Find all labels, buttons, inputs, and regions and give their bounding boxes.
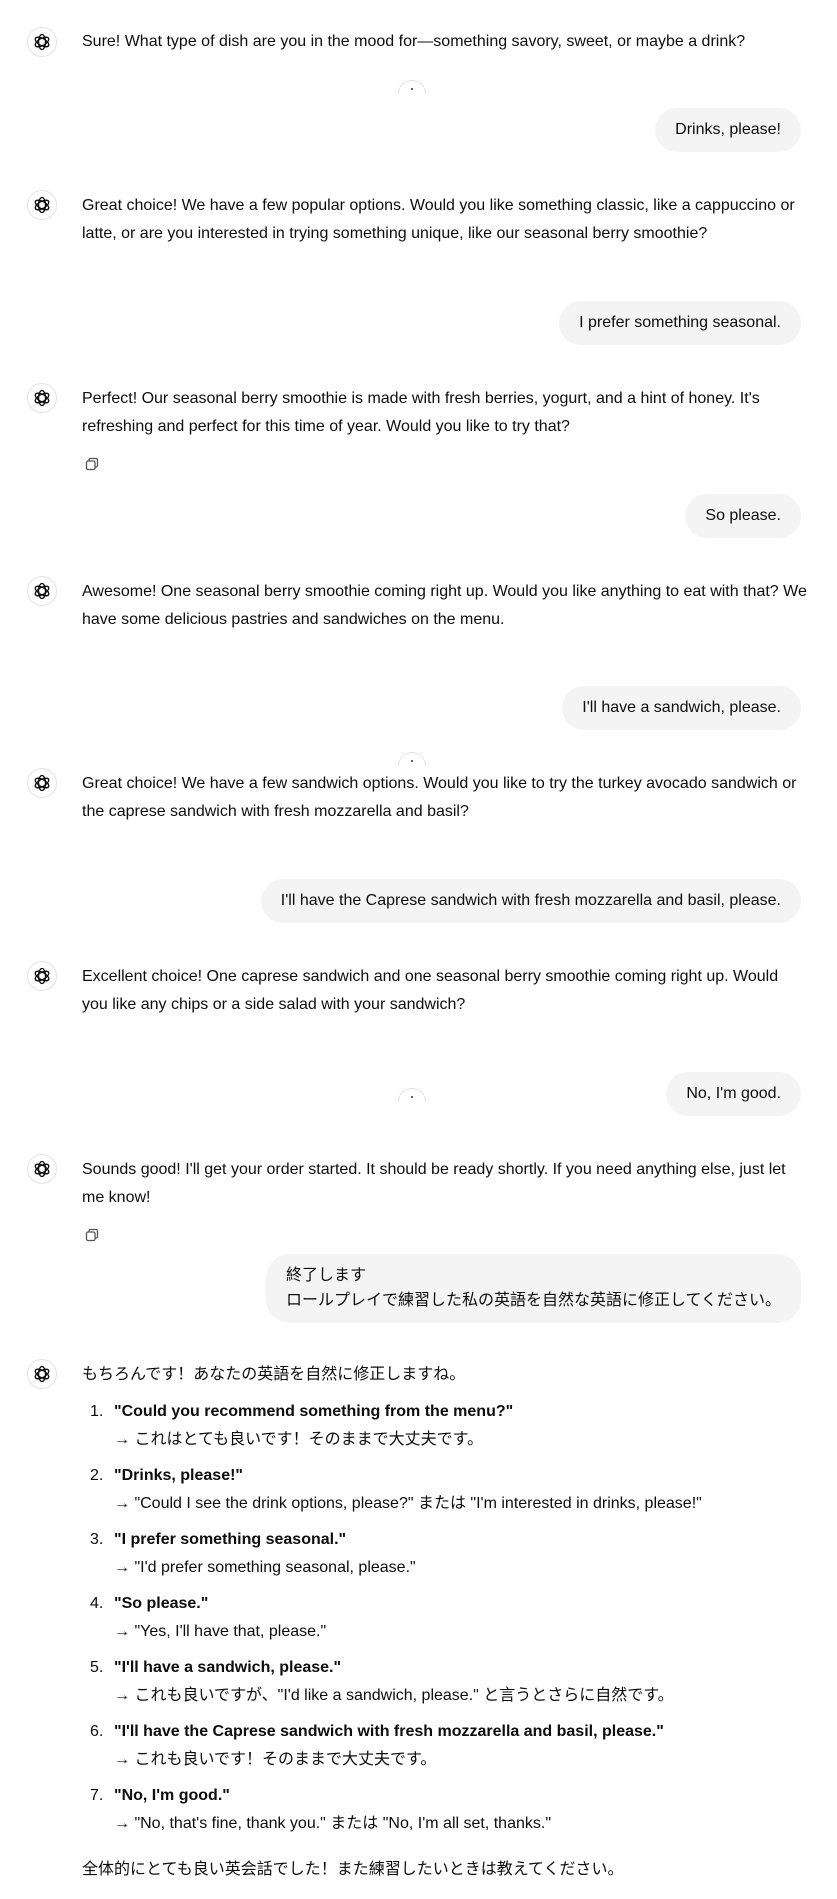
assistant-avatar xyxy=(27,961,57,991)
list-item: 5. "I'll have a sandwich, please." → これも… xyxy=(82,1654,807,1710)
openai-logo-icon xyxy=(34,196,50,214)
correction-text: → これも良いですが、"I'd like a sandwich, please.… xyxy=(114,1687,674,1704)
openai-logo-icon xyxy=(34,389,50,407)
list-item: 3. "I prefer something seasonal." → "I'd… xyxy=(82,1526,807,1582)
user-message-line: ロールプレイで練習した私の英語を自然な英語に修正してください。 xyxy=(285,1292,781,1309)
assistant-avatar xyxy=(27,190,57,220)
list-number: 3. xyxy=(90,1531,104,1548)
assistant-message: Awesome! One seasonal berry smoothie com… xyxy=(82,583,807,628)
user-message-bubble: I'll have a sandwich, please. xyxy=(562,686,801,730)
openai-logo-icon xyxy=(34,582,50,600)
list-number: 5. xyxy=(90,1659,104,1676)
original-phrase: "Could you recommend something from the … xyxy=(114,1403,514,1420)
list-number: 6. xyxy=(90,1723,104,1740)
list-item: 1. "Could you recommend something from t… xyxy=(82,1398,807,1454)
assistant-message: Excellent choice! One caprese sandwich a… xyxy=(82,968,779,1013)
assistant-avatar xyxy=(27,768,57,798)
correction-text: → "I'd prefer something seasonal, please… xyxy=(114,1559,416,1576)
correction-list: 1. "Could you recommend something from t… xyxy=(82,1398,807,1846)
correction-text: → これも良いです！そのままで大丈夫です。 xyxy=(114,1751,437,1768)
assistant-message: Sure! What type of dish are you in the m… xyxy=(82,33,746,50)
original-phrase: "No, I'm good." xyxy=(114,1787,230,1804)
original-phrase: "So please." xyxy=(114,1595,209,1612)
list-number: 7. xyxy=(90,1787,104,1804)
original-phrase: "I'll have the Caprese sandwich with fre… xyxy=(114,1723,664,1740)
assistant-message: Great choice! We have a few sandwich opt… xyxy=(82,775,797,820)
user-message-bubble: I'll have the Caprese sandwich with fres… xyxy=(260,879,801,923)
list-item: 7. "No, I'm good." → "No, that's fine, t… xyxy=(82,1782,807,1838)
assistant-avatar xyxy=(27,27,57,57)
openai-logo-icon xyxy=(34,774,50,792)
original-phrase: "I'll have a sandwich, please." xyxy=(114,1659,342,1676)
assistant-message-intro: もちろんです！あなたの英語を自然に修正しますね。 xyxy=(82,1366,466,1383)
list-item: 6. "I'll have the Caprese sandwich with … xyxy=(82,1718,807,1774)
list-number: 4. xyxy=(90,1595,104,1612)
openai-logo-icon xyxy=(34,1365,50,1383)
user-message-bubble: Drinks, please! xyxy=(655,108,801,152)
openai-logo-icon xyxy=(34,967,50,985)
correction-text: → "Could I see the drink options, please… xyxy=(114,1495,702,1512)
assistant-message-outro: 全体的にとても良い英会話でした！また練習したいときは教えてください。 xyxy=(82,1861,624,1878)
scroll-indicator[interactable] xyxy=(398,1088,426,1102)
correction-text: → これはとても良いです！そのままで大丈夫です。 xyxy=(114,1431,484,1448)
original-phrase: "I prefer something seasonal." xyxy=(114,1531,347,1548)
chat-thread: Sure! What type of dish are you in the m… xyxy=(0,0,837,1899)
list-item: 2. "Drinks, please!" → "Could I see the … xyxy=(82,1462,807,1518)
copy-icon xyxy=(85,1228,99,1242)
copy-icon xyxy=(85,457,99,471)
scroll-indicator[interactable] xyxy=(398,752,426,766)
assistant-message: Perfect! Our seasonal berry smoothie is … xyxy=(82,390,760,435)
user-message-line: 終了します xyxy=(285,1267,366,1284)
assistant-avatar xyxy=(27,1359,57,1389)
user-message-bubble: I prefer something seasonal. xyxy=(559,301,801,345)
scroll-indicator[interactable] xyxy=(398,80,426,94)
user-message-bubble: So please. xyxy=(685,494,801,538)
list-item: 4. "So please." → "Yes, I'll have that, … xyxy=(82,1590,807,1646)
assistant-message: Sounds good! I'll get your order started… xyxy=(82,1161,786,1206)
openai-logo-icon xyxy=(34,33,50,51)
assistant-avatar xyxy=(27,1154,57,1184)
copy-button[interactable] xyxy=(82,1225,102,1245)
openai-logo-icon xyxy=(34,1160,50,1178)
assistant-avatar xyxy=(27,383,57,413)
correction-text: → "No, that's fine, thank you." または "No,… xyxy=(114,1815,551,1832)
user-message-bubble: 終了します ロールプレイで練習した私の英語を自然な英語に修正してください。 xyxy=(265,1254,801,1323)
user-message-bubble: No, I'm good. xyxy=(666,1072,801,1116)
assistant-avatar xyxy=(27,576,57,606)
copy-button[interactable] xyxy=(82,454,102,474)
list-number: 1. xyxy=(90,1403,104,1420)
original-phrase: "Drinks, please!" xyxy=(114,1467,243,1484)
assistant-message: Great choice! We have a few popular opti… xyxy=(82,197,795,242)
list-number: 2. xyxy=(90,1467,104,1484)
correction-text: → "Yes, I'll have that, please." xyxy=(114,1623,327,1640)
